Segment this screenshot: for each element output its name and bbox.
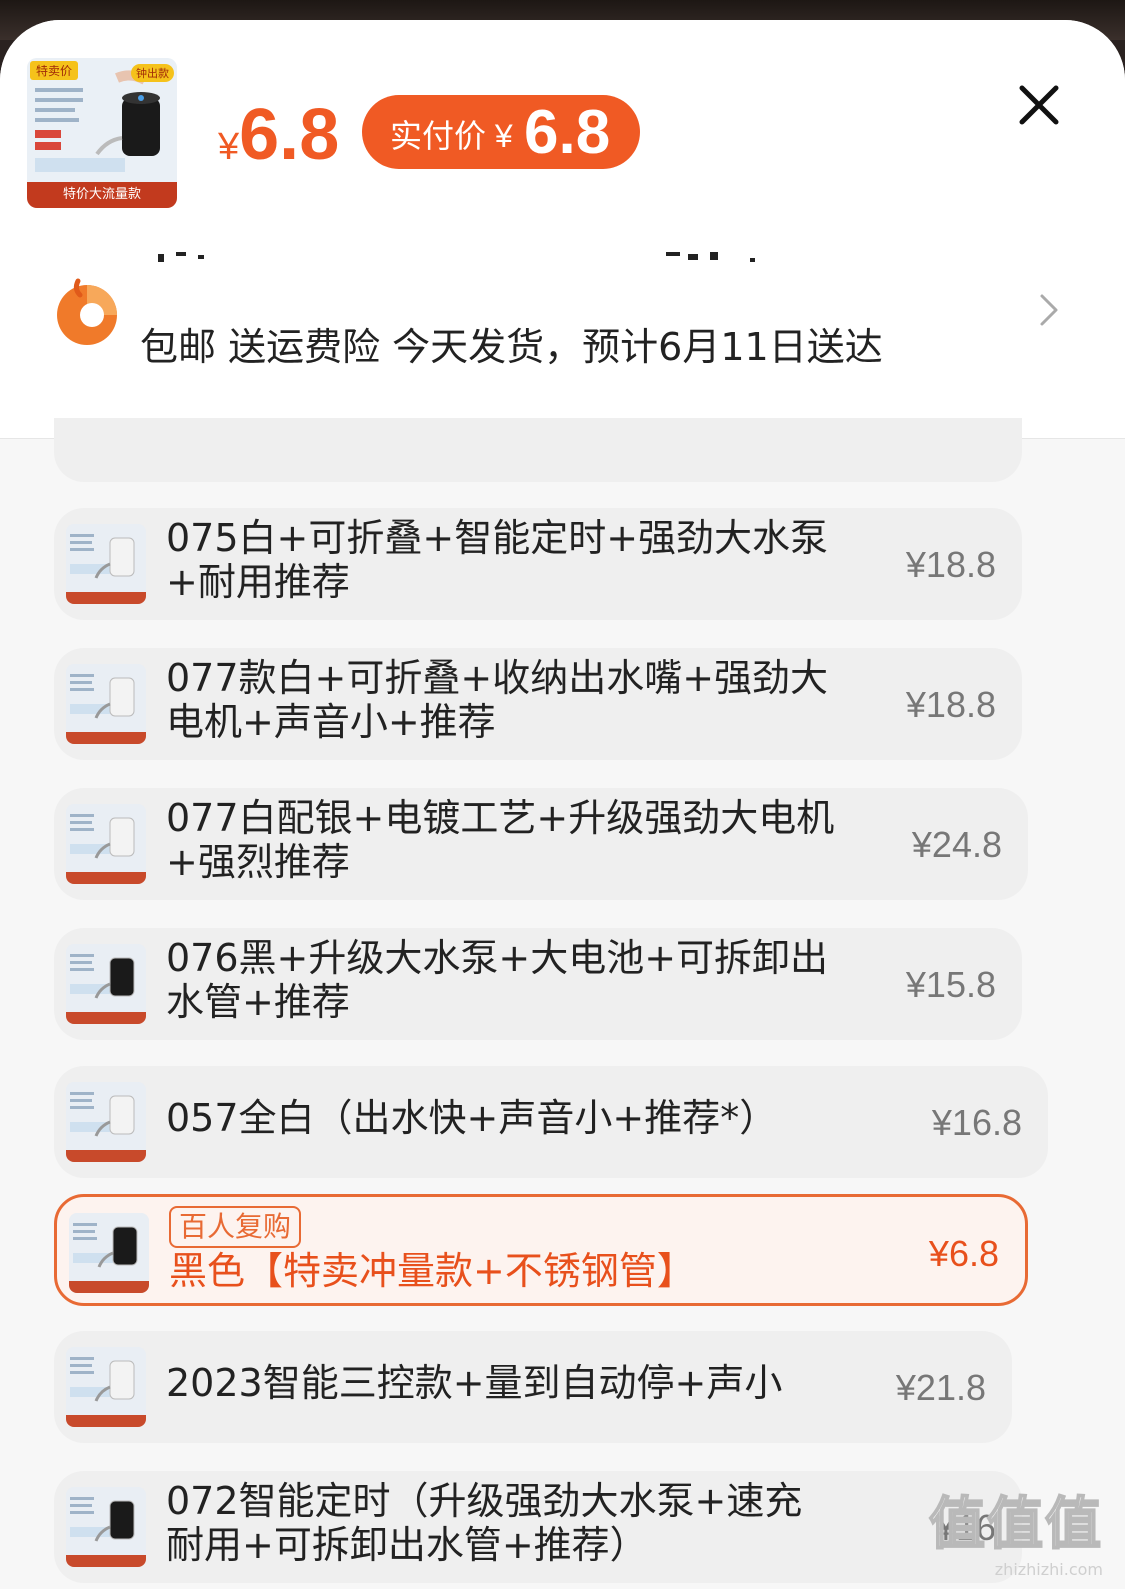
sku-option-label: 076黑+升级大水泵+大电池+可拆卸出水管+推荐 [166,936,829,1024]
sku-option-title: 075白+可折叠+智能定时+强劲大水泵+耐用推荐 [166,516,836,604]
sku-option-row[interactable]: 2023智能三控款+量到自动停+声小 ¥21.8 [54,1331,1012,1443]
sku-option-price: ¥24.8 [911,824,1002,865]
final-price-label: 实付价 ¥ [390,118,513,154]
price-symbol: ¥ [218,126,240,168]
current-price: ¥6.8 [218,94,339,176]
sku-option-price: ¥21.8 [895,1367,986,1408]
sku-option-price: ¥18.8 [905,544,996,585]
sku-option-label: 077白配银+电镀工艺+升级强劲大电机+强烈推荐 [166,796,835,884]
close-icon[interactable] [1016,82,1062,128]
sku-option-thumbnail [66,1487,146,1567]
sku-option-price: ¥16.8 [931,1102,1022,1143]
sku-option-title: 2023智能三控款+量到自动停+声小 [166,1361,836,1405]
list-item-partial[interactable] [54,418,1022,482]
sku-option-thumbnail [66,804,146,884]
sku-option-thumbnail [66,524,146,604]
sku-option-row[interactable]: 076黑+升级大水泵+大电池+可拆卸出水管+推荐 ¥15.8 [54,928,1022,1040]
thumbnail-badge: 特卖价 [30,61,79,80]
sku-selector-sheet: 特卖价 钟出款 特价大流量款 ¥6.8 实付价 ¥ 6.8 包邮 送运费险 今天… [0,20,1125,1589]
sku-option-price: ¥18.8 [905,684,996,725]
sku-option-thumbnail [69,1213,149,1293]
sku-option-title: 077白配银+电镀工艺+升级强劲大电机+强烈推荐 [166,796,836,884]
sku-option-title: 077款白+可折叠+收纳出水嘴+强劲大电机+声音小+推荐 [166,656,836,744]
thumbnail-badge-secondary: 钟出款 [131,64,174,82]
redacted-text-fragments [158,252,755,262]
repurchase-badge: 百人复购 [169,1206,302,1248]
sku-option-price: ¥6.8 [928,1233,999,1274]
shipping-info[interactable]: 包邮 送运费险 今天发货，预计6月11日送达 [140,316,883,371]
final-price-value: 6.8 [524,98,611,167]
sku-option-row[interactable]: 057全白（出水快+声音小+推荐*） ¥16.8 [54,1066,1048,1178]
sku-option-label: 075白+可折叠+智能定时+强劲大水泵+耐用推荐 [166,516,829,604]
sku-option-label: 077款白+可折叠+收纳出水嘴+强劲大电机+声音小+推荐 [166,656,829,744]
sku-option-label: 黑色【特卖冲量款+不锈钢管】 [169,1249,695,1293]
sku-option-title: 072智能定时（升级强劲大水泵+速充耐用+可拆卸出水管+推荐） [166,1479,836,1567]
sku-option-thumbnail [66,664,146,744]
sku-option-row[interactable]: 百人复购黑色【特卖冲量款+不锈钢管】 ¥6.8 [54,1194,1028,1306]
sku-option-title: 百人复购黑色【特卖冲量款+不锈钢管】 [169,1205,839,1293]
sku-option-thumbnail [66,1347,146,1427]
watermark-logo: 值值值 [928,1491,1103,1558]
final-price-pill: 实付价 ¥ 6.8 [362,95,640,169]
option-list: 075白+可折叠+智能定时+强劲大水泵+耐用推荐 ¥18.8 077款白+可折叠+收… [0,418,1125,1589]
sku-option-row[interactable]: 075白+可折叠+智能定时+强劲大水泵+耐用推荐 ¥18.8 [54,508,1022,620]
sku-option-row[interactable]: 077白配银+电镀工艺+升级强劲大电机+强烈推荐 ¥24.8 [54,788,1028,900]
thumbnail-tag: 特价大流量款 [27,182,177,208]
product-thumbnail: 特卖价 钟出款 特价大流量款 [27,58,177,208]
sku-option-label: 057全白（出水快+声音小+推荐*） [166,1096,778,1140]
sku-option-title: 076黑+升级大水泵+大电池+可拆卸出水管+推荐 [166,936,836,1024]
sku-option-price: ¥15.8 [905,964,996,1005]
sku-option-title: 057全白（出水快+声音小+推荐*） [166,1096,836,1140]
sheet-header: 特卖价 钟出款 特价大流量款 ¥6.8 实付价 ¥ 6.8 包邮 送运费险 今天… [0,20,1125,439]
watermark-url: zhizhizhi.com [994,1560,1103,1579]
sku-option-label: 2023智能三控款+量到自动停+声小 [166,1361,783,1405]
sku-option-label: 072智能定时（升级强劲大水泵+速充耐用+可拆卸出水管+推荐） [166,1479,803,1567]
chevron-right-icon[interactable] [1034,290,1064,330]
sku-option-row[interactable]: 077款白+可折叠+收纳出水嘴+强劲大电机+声音小+推荐 ¥18.8 [54,648,1022,760]
brand-logo-icon [57,278,117,345]
sku-option-thumbnail [66,1082,146,1162]
price-value: 6.8 [239,95,340,175]
sku-option-thumbnail [66,944,146,1024]
sku-option-row[interactable]: 072智能定时（升级强劲大水泵+速充耐用+可拆卸出水管+推荐） ¥16 [54,1471,1022,1583]
watermark: 值值值 zhizhizhi.com [928,1479,1103,1579]
